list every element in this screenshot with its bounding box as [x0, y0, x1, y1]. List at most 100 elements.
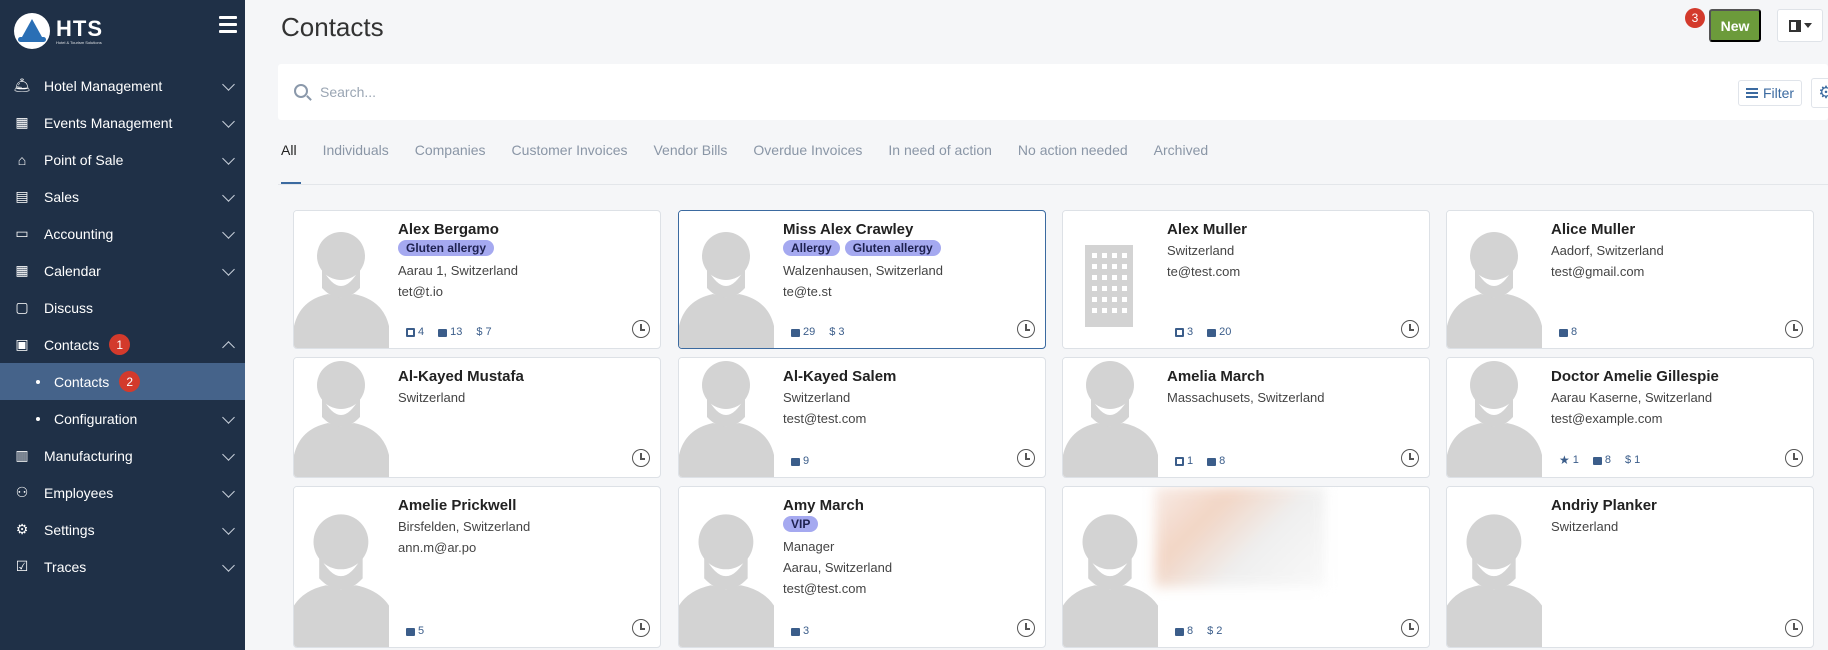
chevron-down-icon[interactable] — [222, 522, 235, 535]
sidebar-item-events-management[interactable]: ▦ Events Management — [0, 104, 245, 141]
tab-in-need-of-action[interactable]: In need of action — [888, 142, 992, 158]
view-switcher-button[interactable] — [1777, 9, 1823, 42]
sidebar-item-calendar[interactable]: ▦ Calendar — [0, 252, 245, 289]
tab-companies[interactable]: Companies — [415, 142, 486, 158]
clock-icon[interactable] — [632, 320, 650, 338]
contact-name: Alex Bergamo — [398, 221, 499, 238]
hamburger-icon[interactable] — [219, 16, 237, 37]
chevron-down-icon[interactable] — [222, 152, 235, 165]
sidebar-item-discuss[interactable]: ▢ Discuss — [0, 289, 245, 326]
stat-bag[interactable]: 8 — [1207, 455, 1225, 467]
chevron-down-icon[interactable] — [222, 559, 235, 572]
contact-card[interactable]: Amelie Prickwell Birsfelden, Switzerland a… — [293, 486, 661, 648]
clock-icon[interactable] — [1401, 320, 1419, 338]
tab-no-action-needed[interactable]: No action needed — [1018, 142, 1128, 158]
sidebar-item-employees[interactable]: ⚇ Employees — [0, 474, 245, 511]
clock-icon[interactable] — [1785, 449, 1803, 467]
stat-bag[interactable]: 3 — [791, 625, 809, 637]
tab-customer-invoices[interactable]: Customer Invoices — [512, 142, 628, 158]
contact-info: Doctor Amelie Gillespie Aarau Kaserne, Sw… — [1551, 368, 1807, 429]
stat-value: 13 — [450, 326, 463, 338]
stat-dollar[interactable]: $1 — [1625, 453, 1640, 467]
chevron-down-icon[interactable] — [222, 189, 235, 202]
brand[interactable]: HTS Hotel & Tourism Solutions — [0, 0, 245, 62]
chevron-down-icon[interactable] — [222, 78, 235, 91]
clock-icon[interactable] — [1401, 449, 1419, 467]
contact-card[interactable]: Doctor Amelie Gillespie Aarau Kaserne, Sw… — [1446, 357, 1814, 478]
briefcase-icon — [1559, 329, 1568, 337]
new-button[interactable]: New — [1709, 9, 1761, 42]
stat-bag[interactable]: 8 — [1592, 453, 1611, 467]
chart-icon: ▤ — [15, 188, 29, 204]
clock-icon[interactable] — [1785, 619, 1803, 637]
chevron-down-icon[interactable] — [222, 115, 235, 128]
stat-cal[interactable]: 1 — [1175, 455, 1193, 467]
stat-bag[interactable]: 29 — [791, 326, 815, 338]
stat-dollar[interactable]: $2 — [1207, 625, 1222, 637]
step-badge: 2 — [119, 371, 141, 392]
chevron-down-icon[interactable] — [222, 411, 235, 424]
stat-star[interactable]: ★ 1 — [1559, 453, 1579, 467]
contact-card[interactable]: Andriy Planker Switzerland — [1446, 486, 1814, 648]
sidebar-item-traces[interactable]: ☑ Traces — [0, 548, 245, 585]
chevron-up-icon[interactable] — [222, 341, 235, 354]
contact-name: Miss Alex Crawley — [783, 221, 914, 238]
contact-card[interactable]: Amy March VIP Manager Aarau, Switzerland tes… — [678, 486, 1046, 648]
search-input[interactable] — [320, 78, 1470, 106]
tab-all[interactable]: All — [281, 142, 301, 184]
stat-bag[interactable]: 8 — [1559, 326, 1577, 338]
clock-icon[interactable] — [632, 449, 650, 467]
clock-icon[interactable] — [1401, 619, 1419, 637]
clock-icon[interactable] — [1017, 449, 1035, 467]
contact-info: Amelie Prickwell Birsfelden, Switzerland a… — [398, 497, 654, 558]
contact-card[interactable]: Alex Muller Switzerland te@test.com 3 20 — [1062, 210, 1430, 349]
sidebar-item-contacts-sub[interactable]: Contacts 2 — [0, 363, 245, 400]
sidebar-item-settings[interactable]: ⚙ Settings — [0, 511, 245, 548]
stat-dollar[interactable]: $3 — [829, 326, 844, 338]
contact-card[interactable]: Amelia March Massachusets, Switzerland 1 8 — [1062, 357, 1430, 478]
contact-detail: ann.m@ar.po — [398, 540, 477, 555]
chevron-down-icon[interactable] — [222, 448, 235, 461]
stat-bag[interactable]: 9 — [791, 455, 809, 467]
stat-value: 3 — [838, 326, 845, 338]
contact-card[interactable]: 8 $2 — [1062, 486, 1430, 648]
contact-card[interactable]: Alex Bergamo Gluten allergy Aarau 1, Switz… — [293, 210, 661, 349]
sidebar-item-accounting[interactable]: ▭ Accounting — [0, 215, 245, 252]
contact-detail: Switzerland — [1167, 243, 1235, 258]
stat-bag[interactable]: 8 — [1175, 625, 1193, 637]
clock-icon[interactable] — [1017, 320, 1035, 338]
tab-vendor-bills[interactable]: Vendor Bills — [653, 142, 727, 158]
tab-individuals[interactable]: Individuals — [323, 142, 389, 158]
sidebar-item-hotel-management[interactable]: 🛎 Hotel Management — [0, 67, 245, 104]
contact-card[interactable]: Alice Muller Aadorf, Switzerland test@gmai… — [1446, 210, 1814, 349]
sidebar-item-configuration-sub[interactable]: Configuration — [0, 400, 245, 437]
stat-bag[interactable]: 20 — [1207, 326, 1231, 338]
contact-card[interactable]: Miss Alex Crawley Allergy Gluten allergy Wa… — [678, 210, 1046, 349]
clock-icon[interactable] — [1785, 320, 1803, 338]
tab-overdue-invoices[interactable]: Overdue Invoices — [753, 142, 862, 158]
calendar-icon — [406, 327, 415, 337]
chevron-down-icon[interactable] — [222, 263, 235, 276]
stat-cal[interactable]: 4 — [406, 326, 424, 338]
clock-icon[interactable] — [632, 619, 650, 637]
chevron-down-icon[interactable] — [222, 485, 235, 498]
filter-button[interactable]: Filter — [1738, 80, 1802, 106]
stat-bag[interactable]: 5 — [406, 625, 424, 637]
stat-bag[interactable]: 13 — [438, 326, 462, 338]
tag-badge: Allergy — [783, 240, 840, 256]
dollar-icon: $ — [1625, 454, 1632, 466]
sidebar-item-sales[interactable]: ▤ Sales — [0, 178, 245, 215]
stat-dollar[interactable]: $7 — [476, 326, 491, 338]
contact-card[interactable]: Al-Kayed Mustafa Switzerland — [293, 357, 661, 478]
contact-name: Andriy Planker — [1551, 497, 1657, 514]
tab-archived[interactable]: Archived — [1154, 142, 1208, 158]
sidebar-item-contacts[interactable]: ▣ Contacts 1 — [0, 326, 245, 363]
chevron-down-icon[interactable] — [222, 226, 235, 239]
stat-cal[interactable]: 3 — [1175, 326, 1193, 338]
sidebar-item-point-of-sale[interactable]: ⌂ Point of Sale — [0, 141, 245, 178]
contact-stats: 3 20 — [1175, 326, 1231, 338]
sidebar-item-manufacturing[interactable]: ▥ Manufacturing — [0, 437, 245, 474]
settings-gear-button[interactable]: ⚙ — [1811, 78, 1828, 108]
contact-card[interactable]: Al-Kayed Salem Switzerland test@test.com 9 — [678, 357, 1046, 478]
clock-icon[interactable] — [1017, 619, 1035, 637]
